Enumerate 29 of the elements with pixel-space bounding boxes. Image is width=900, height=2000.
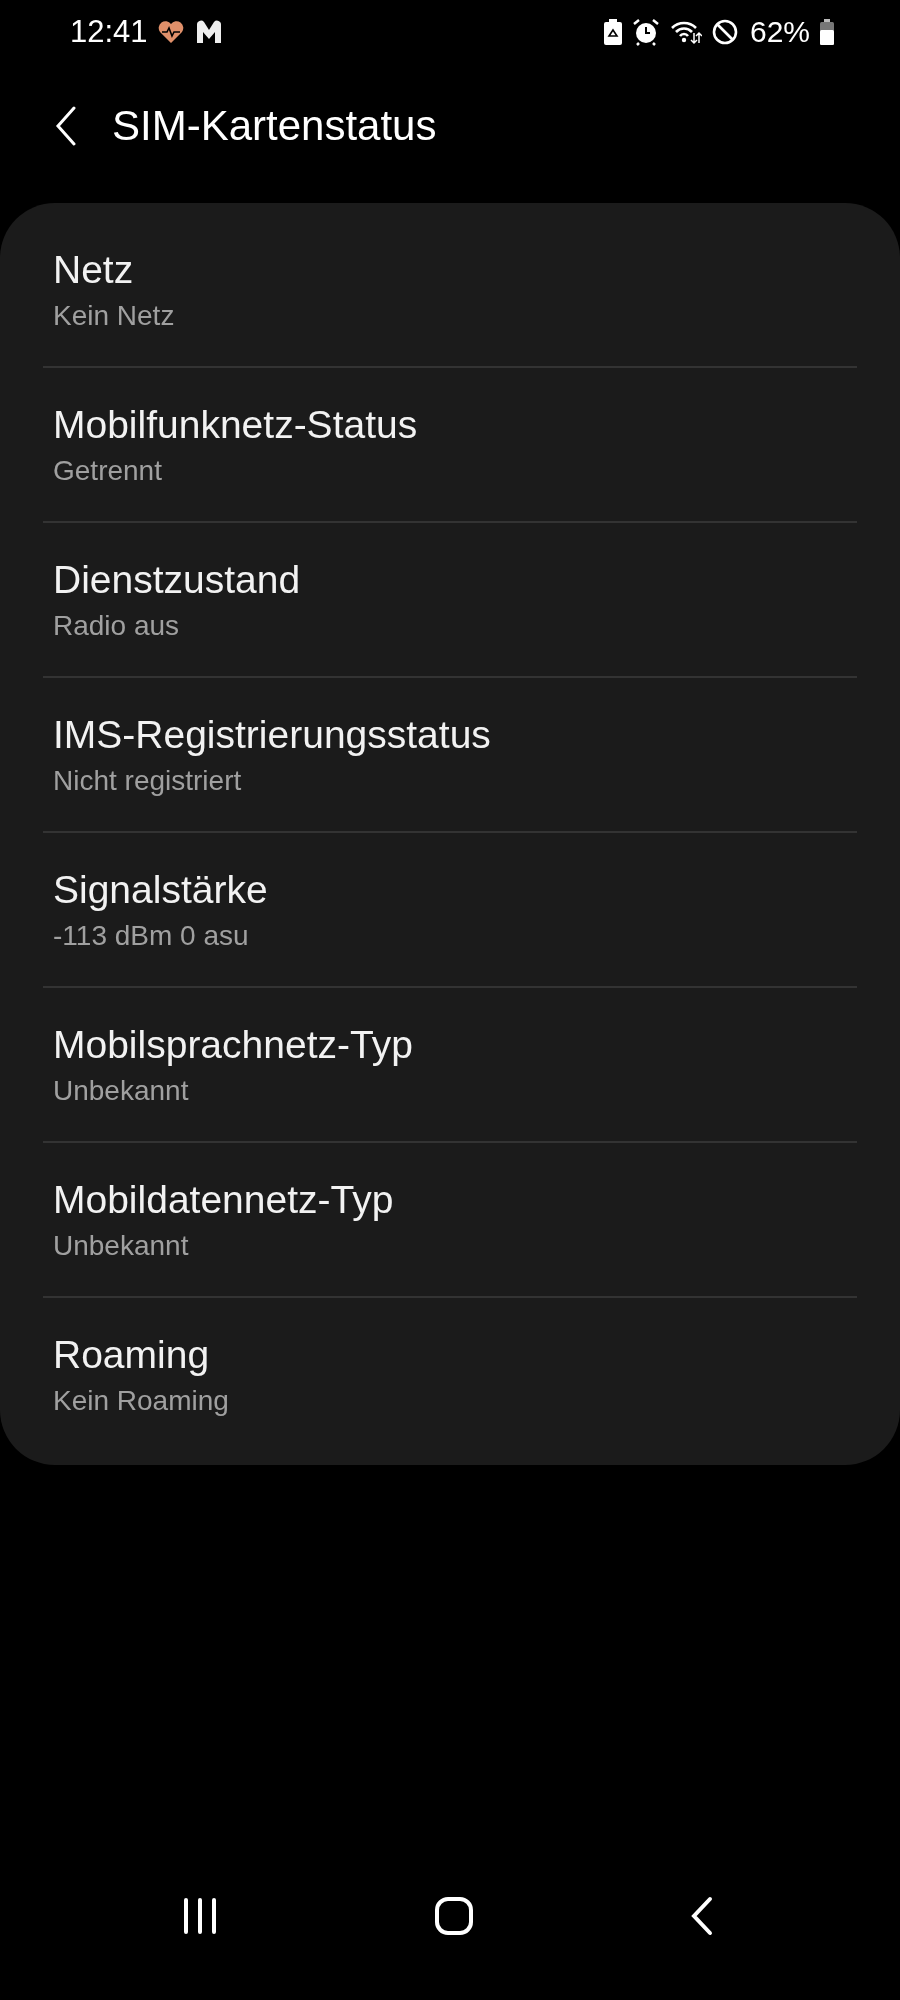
heart-icon [157, 20, 184, 44]
item-title[interactable]: Roaming [53, 1332, 900, 1377]
battery-icon [820, 19, 834, 45]
item-value: Kein Roaming [53, 1384, 230, 1417]
battery-recycle-icon [603, 19, 622, 45]
item-value: Getrennt [53, 454, 163, 487]
recent-apps-button[interactable] [182, 1896, 218, 1936]
item-title[interactable]: Dienstzustand [53, 557, 900, 602]
item-value: Kein Netz [53, 299, 176, 332]
battery-percent: 62% [749, 15, 810, 49]
item-title[interactable]: Mobilsprachnetz-Typ [53, 1022, 900, 1067]
item-title[interactable]: Signalstärke [53, 867, 900, 912]
item-value: Radio aus [53, 609, 181, 642]
item-title[interactable]: Mobilfunknetz-Status [53, 402, 900, 447]
alarm-icon [631, 18, 660, 46]
do-not-disturb-icon [711, 19, 738, 45]
item-title[interactable]: IMS-Registrierungsstatus [53, 712, 900, 757]
page-title: SIM-Kartenstatus [112, 102, 437, 150]
item-value: -113 dBm 0 asu [53, 919, 250, 952]
item-title[interactable]: Mobildatennetz-Typ [53, 1177, 900, 1222]
back-button[interactable] [54, 106, 78, 146]
item-value: Unbekannt [53, 1229, 190, 1262]
back-nav-button[interactable] [690, 1896, 714, 1936]
status-time: 12:41 [70, 14, 148, 50]
item-title[interactable]: Netz [53, 247, 900, 292]
item-value: Nicht registriert [53, 764, 243, 797]
home-button[interactable] [434, 1896, 474, 1936]
wifi-icon [669, 19, 702, 45]
item-value: Unbekannt [53, 1074, 190, 1107]
